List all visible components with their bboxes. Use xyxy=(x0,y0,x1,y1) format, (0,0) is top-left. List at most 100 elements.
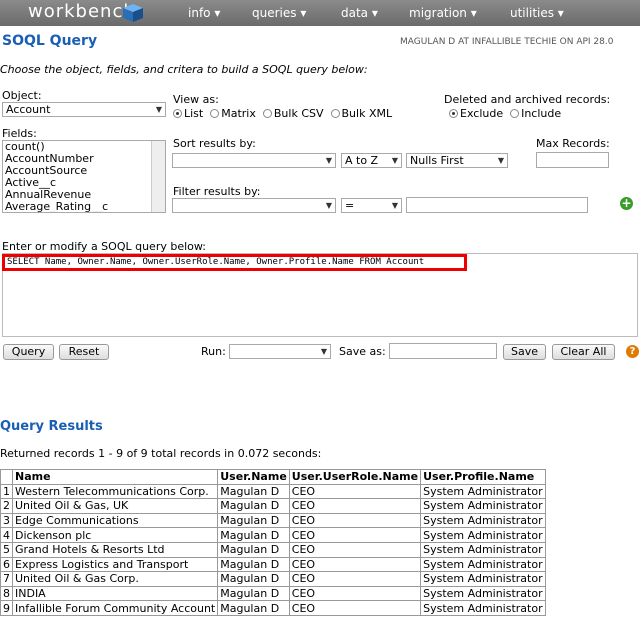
clear-all-button[interactable]: Clear All xyxy=(552,344,615,360)
table-row: 3 Edge Communications Magulan D CEO System A… xyxy=(0,512,546,529)
run-label: Run: xyxy=(201,345,226,358)
filter-operator-select[interactable]: = ▼ xyxy=(341,198,402,213)
top-nav: workbench info ▾ queries ▾ data ▾ migrat… xyxy=(0,0,640,26)
chevron-down-icon: ▼ xyxy=(320,347,327,356)
radio-icon xyxy=(173,109,182,118)
table-cell: Magulan D xyxy=(217,585,290,602)
view-as-options: List Matrix Bulk CSV Bulk XML xyxy=(173,107,392,120)
query-button[interactable]: Query xyxy=(3,344,54,360)
question-icon[interactable]: ? xyxy=(626,345,639,358)
radio-icon xyxy=(330,109,340,118)
sort-label: Sort results by: xyxy=(173,137,256,150)
table-cell: CEO xyxy=(288,527,422,543)
radio-bulk-xml[interactable]: Bulk XML xyxy=(330,107,392,120)
deleted-label: Deleted and archived records: xyxy=(444,93,611,106)
table-row: 7 United Oil & Gas Corp. Magulan D CEO Syste… xyxy=(0,571,546,587)
column-header: User.Profile.Name xyxy=(420,469,546,485)
max-records-input[interactable] xyxy=(536,152,609,168)
table-row: 2 United Oil & Gas, UK Magulan D CEO System … xyxy=(0,498,546,514)
sort-direction-select[interactable]: A to Z ▼ xyxy=(341,153,402,168)
list-item[interactable]: Average_Rating__c xyxy=(3,201,165,213)
results-summary: Returned records 1 - 9 of 9 total record… xyxy=(0,447,322,460)
table-cell: CEO xyxy=(288,498,422,514)
table-cell: Express Logistics and Transport xyxy=(11,556,219,573)
table-cell: INDIA xyxy=(11,585,219,602)
table-cell: Magulan D xyxy=(217,527,290,543)
sort-field-select[interactable]: ▼ xyxy=(172,153,336,168)
table-cell: Western Telecommunications Corp. xyxy=(11,483,219,500)
save-as-label: Save as: xyxy=(339,345,386,358)
table-row: 9 Infallible Forum Community Account Magul… xyxy=(0,600,546,616)
chevron-down-icon: ▼ xyxy=(325,156,332,165)
object-select[interactable]: Account ▼ xyxy=(2,102,166,117)
table-row: 6 Express Logistics and Transport Magulan … xyxy=(0,556,546,573)
table-cell: System Administrator xyxy=(420,483,546,500)
query-text-highlight[interactable]: SELECT Name, Owner.Name, Owner.UserRole.… xyxy=(2,254,467,271)
menu-migration[interactable]: migration ▾ xyxy=(409,6,477,20)
row-number: 2 xyxy=(0,498,13,514)
fields-label: Fields: xyxy=(2,127,37,140)
chevron-down-icon: ▼ xyxy=(391,201,398,210)
row-number: 7 xyxy=(0,571,13,587)
row-number: 9 xyxy=(0,600,13,616)
menu-queries[interactable]: queries ▾ xyxy=(252,6,306,20)
row-number: 6 xyxy=(0,556,13,573)
page-title: SOQL Query xyxy=(2,33,98,49)
table-cell: CEO xyxy=(288,571,422,587)
save-button[interactable]: Save xyxy=(503,344,546,360)
fields-listbox[interactable]: count() AccountNumber AccountSource Acti… xyxy=(2,140,166,213)
table-cell: Magulan D xyxy=(217,556,290,573)
menu-data[interactable]: data ▾ xyxy=(341,6,378,20)
table-cell: System Administrator xyxy=(420,498,546,514)
menu-info[interactable]: info ▾ xyxy=(188,6,220,20)
column-header: User.UserRole.Name xyxy=(288,469,422,485)
table-cell: CEO xyxy=(288,585,422,602)
row-number: 3 xyxy=(0,512,13,529)
table-cell: CEO xyxy=(288,541,422,558)
reset-button[interactable]: Reset xyxy=(59,344,109,360)
radio-bulk-csv[interactable]: Bulk CSV xyxy=(262,107,324,120)
table-cell: Magulan D xyxy=(217,483,290,500)
radio-icon xyxy=(510,109,520,118)
radio-matrix[interactable]: Matrix xyxy=(210,107,256,120)
table-cell: Dickenson plc xyxy=(11,527,219,543)
chevron-down-icon: ▼ xyxy=(325,201,332,210)
scrollbar[interactable] xyxy=(151,141,165,212)
row-number: 5 xyxy=(0,541,13,558)
table-cell: Magulan D xyxy=(217,571,290,587)
radio-icon xyxy=(210,109,220,118)
table-cell: Magulan D xyxy=(217,600,290,616)
table-cell: United Oil & Gas, UK xyxy=(11,498,219,514)
max-records-label: Max Records: xyxy=(536,137,610,150)
save-as-input[interactable] xyxy=(389,343,497,359)
filter-field-select[interactable]: ▼ xyxy=(172,198,336,213)
run-select[interactable]: ▼ xyxy=(229,344,331,359)
radio-list[interactable]: List xyxy=(173,107,203,120)
results-table: Name User.Name User.UserRole.Name User.P… xyxy=(0,469,546,616)
results-title: Query Results xyxy=(0,419,103,434)
menu-utilities[interactable]: utilities ▾ xyxy=(510,6,564,20)
view-as-label: View as: xyxy=(173,93,219,106)
table-cell: Magulan D xyxy=(217,498,290,514)
app-logo[interactable]: workbench xyxy=(28,1,136,22)
sort-nulls-select[interactable]: Nulls First ▼ xyxy=(406,153,508,168)
deleted-options: Exclude Include xyxy=(449,107,561,120)
filter-label: Filter results by: xyxy=(173,185,261,198)
table-cell: System Administrator xyxy=(420,556,546,573)
row-number: 1 xyxy=(0,483,13,500)
radio-icon xyxy=(449,109,458,118)
radio-icon xyxy=(262,109,272,118)
table-cell: System Administrator xyxy=(420,541,546,558)
table-cell: United Oil & Gas Corp. xyxy=(11,571,219,587)
table-cell: System Administrator xyxy=(420,527,546,543)
table-cell: System Administrator xyxy=(420,571,546,587)
chevron-down-icon: ▼ xyxy=(497,156,504,165)
table-cell: CEO xyxy=(288,483,422,500)
table-cell: Infallible Forum Community Account xyxy=(11,600,219,616)
plus-icon[interactable]: + xyxy=(620,197,633,210)
filter-value-input[interactable] xyxy=(406,197,588,213)
table-row: 1 Western Telecommunications Corp. Magulan… xyxy=(0,483,546,500)
table-cell: CEO xyxy=(288,600,422,616)
radio-include[interactable]: Include xyxy=(510,107,561,120)
radio-exclude[interactable]: Exclude xyxy=(449,107,503,120)
